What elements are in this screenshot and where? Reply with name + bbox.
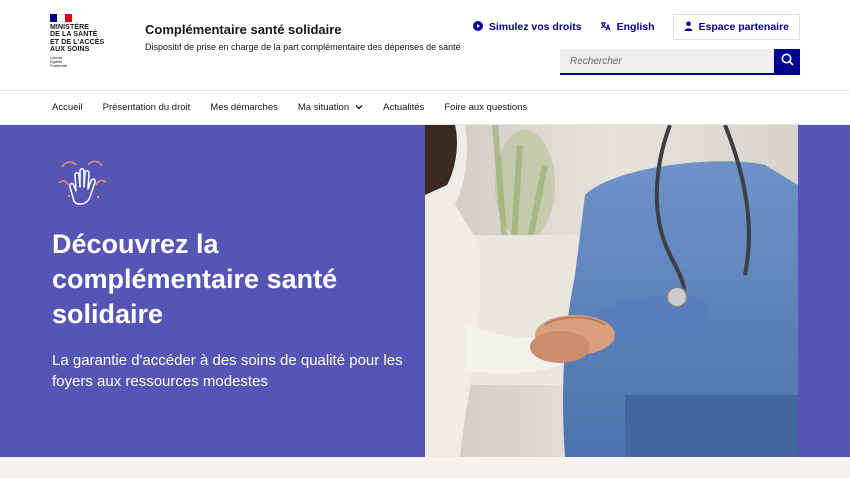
nav-item-faq[interactable]: Foire aux questions <box>444 102 527 113</box>
chevron-down-icon <box>355 103 363 112</box>
search-bar <box>560 49 800 75</box>
search-input[interactable] <box>560 49 774 75</box>
simulate-rights-link[interactable]: Simulez vos droits <box>472 14 582 40</box>
user-icon <box>684 21 693 34</box>
play-circle-icon <box>472 20 483 34</box>
header-tools: Simulez vos droits English Espace parten… <box>455 14 800 40</box>
header: MINISTÈRE DE LA SANTÉ ET DE L'ACCÈS AUX … <box>0 0 850 90</box>
hero-title: Découvrez la complémentaire santé solida… <box>52 229 338 329</box>
nav-item-label: Mes démarches <box>210 102 278 113</box>
hero-subtitle: La garantie d'accéder à des soins de qua… <box>52 352 403 390</box>
caregiver-holding-hands-photo <box>425 125 798 457</box>
nav-item-label: Ma situation <box>297 102 350 113</box>
motto-line: Fraternité <box>50 63 68 69</box>
service-title[interactable]: Complémentaire santé solidaire <box>145 22 465 38</box>
search-icon <box>781 53 794 71</box>
nav-item-situation[interactable]: Ma situation <box>298 102 363 113</box>
government-logo[interactable]: MINISTÈRE DE LA SANTÉ ET DE L'ACCÈS AUX … <box>50 14 112 78</box>
main-navigation: Accueil Présentation du droit Mes démarc… <box>0 90 850 125</box>
republic-motto: Liberté Égalité Fraternité <box>50 55 112 69</box>
nav-item-label: Foire aux questions <box>444 102 528 113</box>
hands-care-icon <box>54 157 110 209</box>
marianne-flag-icon <box>50 14 72 22</box>
ministry-line: ET DE L'ACCÈS <box>50 38 105 46</box>
nav-item-label: Actualités <box>383 102 425 113</box>
translate-icon <box>600 21 611 34</box>
hero-banner: Découvrez la complémentaire santé solida… <box>0 125 850 457</box>
search-button[interactable] <box>774 49 800 75</box>
nav-item-accueil[interactable]: Accueil <box>52 102 83 113</box>
hero-content: Découvrez la complémentaire santé solida… <box>0 125 425 457</box>
partner-space-label: Espace partenaire <box>698 21 789 33</box>
ministry-name: MINISTÈRE DE LA SANTÉ ET DE L'ACCÈS AUX … <box>50 24 112 54</box>
nav-item-label: Présentation du droit <box>102 102 191 113</box>
section-divider-band <box>0 457 850 478</box>
service-block: Complémentaire santé solidaire Dispositi… <box>145 22 465 54</box>
nav-item-presentation[interactable]: Présentation du droit <box>103 102 191 113</box>
nav-item-label: Accueil <box>52 102 83 113</box>
service-description: Dispositif de prise en charge de la part… <box>145 42 461 52</box>
language-label: English <box>616 21 655 33</box>
nav-item-demarches[interactable]: Mes démarches <box>210 102 278 113</box>
simulate-rights-label: Simulez vos droits <box>488 21 582 33</box>
nav-item-actualites[interactable]: Actualités <box>383 102 424 113</box>
ministry-line: AUX SOINS <box>50 46 90 54</box>
ministry-line: DE LA SANTÉ <box>50 31 98 39</box>
language-switch-button[interactable]: English <box>600 14 655 40</box>
partner-space-button[interactable]: Espace partenaire <box>672 14 800 40</box>
